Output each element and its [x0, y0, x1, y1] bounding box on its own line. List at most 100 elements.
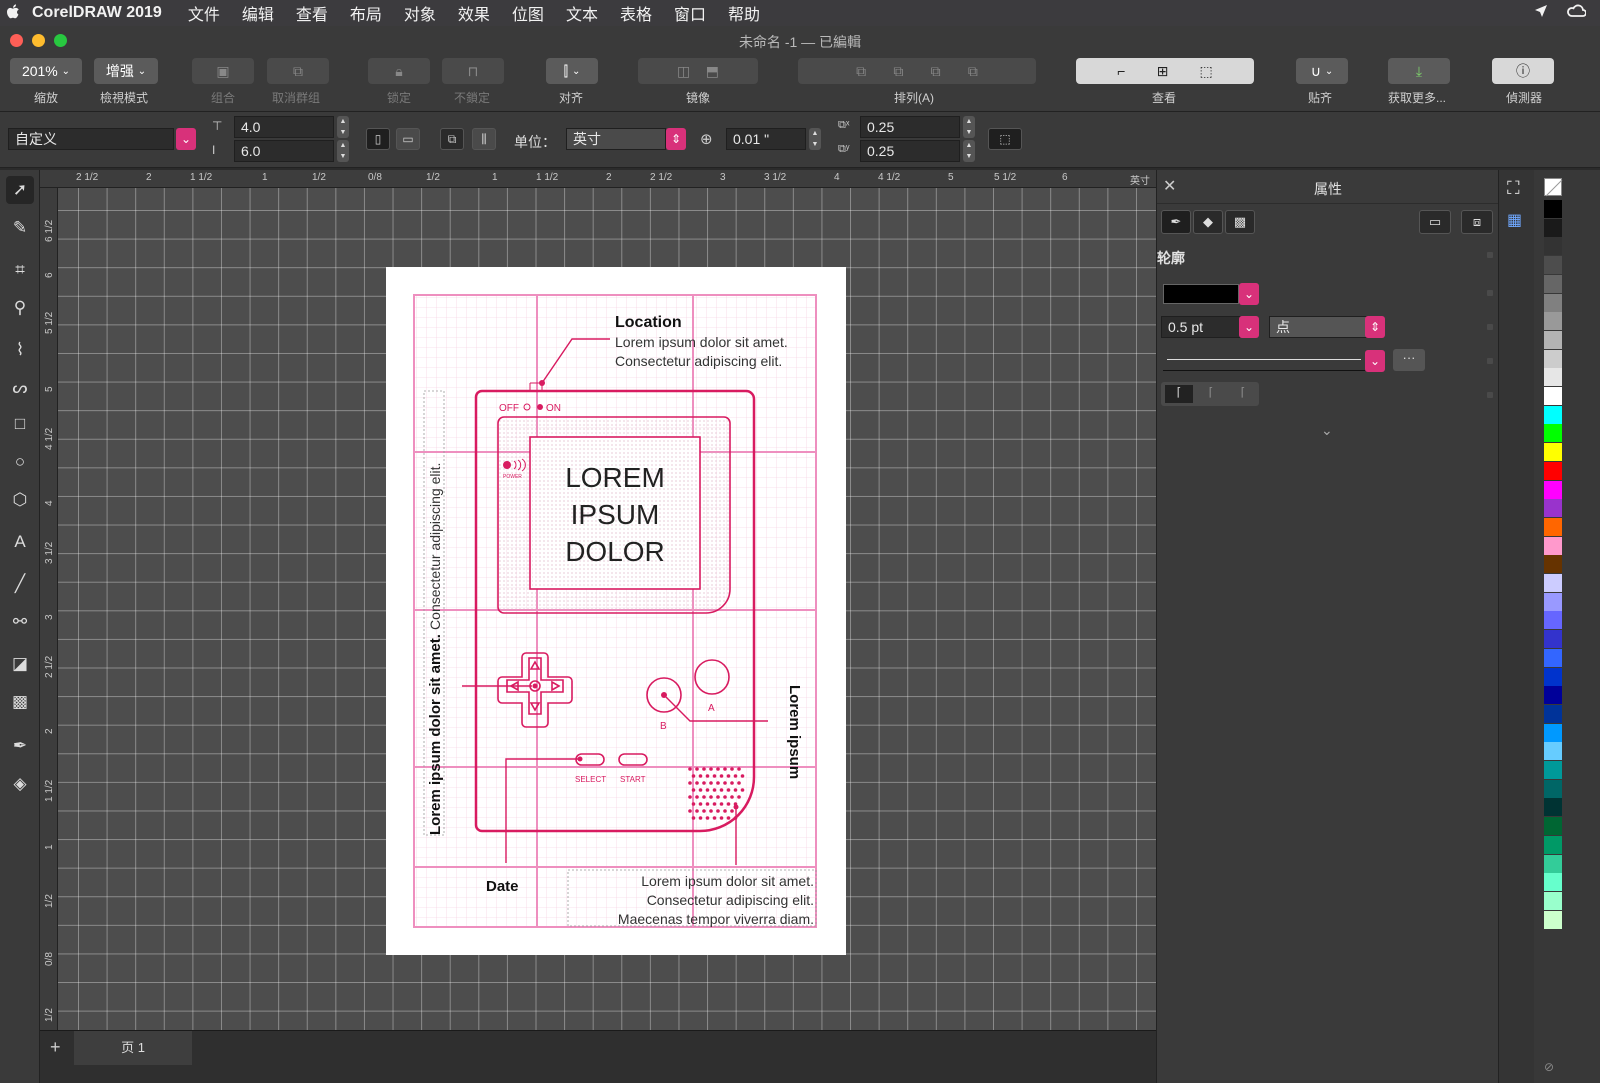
- color-swatch[interactable]: [1544, 704, 1562, 723]
- color-swatch[interactable]: [1544, 387, 1562, 405]
- color-swatch[interactable]: [1544, 443, 1562, 462]
- corner-miter-icon[interactable]: ⌈: [1165, 385, 1193, 403]
- shape-tool-icon[interactable]: ✎: [6, 214, 34, 242]
- menu-window[interactable]: 窗口: [674, 1, 706, 25]
- line-style-select[interactable]: [1163, 349, 1365, 371]
- app-name-menu[interactable]: CorelDRAW 2019: [32, 4, 162, 22]
- expand-chevron-icon[interactable]: ⌄: [1321, 422, 1333, 439]
- units-dropdown-arrow[interactable]: ⇕: [666, 128, 686, 150]
- page-size-select[interactable]: 自定义: [8, 128, 174, 150]
- color-swatch[interactable]: [1544, 630, 1562, 649]
- height-stepper[interactable]: ▲ ▼: [337, 140, 349, 162]
- color-swatch[interactable]: [1544, 854, 1562, 873]
- portrait-icon[interactable]: ▯: [366, 128, 390, 150]
- menu-view[interactable]: 查看: [296, 1, 328, 25]
- arrange-button-group[interactable]: ⧉ ⧉ ⧉ ⧉: [798, 58, 1036, 84]
- color-swatch[interactable]: [1544, 499, 1562, 518]
- color-swatch[interactable]: [1544, 742, 1562, 761]
- transparency-tool-icon[interactable]: ▩: [6, 688, 34, 716]
- color-swatch[interactable]: [1544, 574, 1562, 592]
- color-swatch[interactable]: [1544, 237, 1562, 256]
- transparency-tab-icon[interactable]: ▩: [1225, 210, 1255, 234]
- color-swatch[interactable]: [1544, 461, 1562, 480]
- mirror-button-group[interactable]: ◫ ⬒: [638, 58, 758, 84]
- page-width-input[interactable]: 4.0: [234, 116, 334, 138]
- polygon-tool-icon[interactable]: ⬡: [6, 486, 34, 514]
- color-swatch[interactable]: [1544, 798, 1562, 817]
- outline-color-dropdown-arrow[interactable]: ⌄: [1239, 283, 1259, 305]
- color-swatch[interactable]: [1544, 873, 1562, 892]
- corner-round-icon[interactable]: ⌈: [1197, 385, 1225, 403]
- color-swatch[interactable]: [1544, 891, 1562, 910]
- pick-tool-icon[interactable]: ➚: [6, 176, 34, 204]
- drawing-canvas[interactable]: POWER OFF ON Location Lorem ipsum dolor …: [58, 188, 1156, 1030]
- palette-settings-icon[interactable]: ⊘: [1544, 1060, 1554, 1074]
- nudge-distance-input[interactable]: 0.01 ": [726, 128, 806, 150]
- fill-tab-bucket-icon[interactable]: ◆: [1193, 210, 1223, 234]
- rectangle-tool-icon[interactable]: □: [6, 410, 34, 438]
- snap-dropdown[interactable]: ∪ ⌄: [1296, 58, 1348, 84]
- ellipse-tool-icon[interactable]: ○: [6, 448, 34, 476]
- page-size-dropdown-arrow[interactable]: ⌄: [176, 128, 196, 150]
- color-swatch[interactable]: [1544, 648, 1562, 667]
- color-swatch[interactable]: [1544, 349, 1562, 368]
- creative-cloud-icon[interactable]: [1566, 4, 1587, 21]
- color-swatch[interactable]: [1544, 293, 1562, 312]
- width-stepper[interactable]: ▲ ▼: [337, 116, 349, 138]
- zoom-dropdown[interactable]: 201% ⌄: [10, 58, 82, 84]
- all-pages-icon[interactable]: ⧉: [440, 128, 464, 150]
- no-color-swatch[interactable]: [1544, 178, 1563, 197]
- view-mode-dropdown[interactable]: 增强 ⌄: [94, 58, 158, 84]
- corner-bevel-icon[interactable]: ⌈: [1229, 385, 1257, 403]
- color-swatch[interactable]: [1544, 405, 1562, 424]
- outline-unit-dropdown-arrow[interactable]: ⇕: [1365, 316, 1385, 338]
- menu-table[interactable]: 表格: [620, 1, 652, 25]
- menu-object[interactable]: 对象: [404, 1, 436, 25]
- units-select[interactable]: 英寸: [566, 128, 666, 150]
- color-swatch[interactable]: [1544, 761, 1562, 779]
- panel-settings-icon[interactable]: ⧈: [1461, 210, 1493, 234]
- panel-frame-icon[interactable]: ▭: [1419, 210, 1451, 234]
- color-swatch[interactable]: [1544, 667, 1562, 686]
- outline-unit-select[interactable]: 点: [1269, 316, 1369, 338]
- apple-icon[interactable]: [6, 3, 26, 23]
- color-swatch[interactable]: [1544, 517, 1562, 536]
- color-swatch[interactable]: [1544, 611, 1562, 630]
- page-height-input[interactable]: 6.0: [234, 140, 334, 162]
- duplicate-y-stepper[interactable]: ▲ ▼: [963, 140, 975, 162]
- color-swatch[interactable]: [1544, 910, 1562, 929]
- color-swatch[interactable]: [1544, 218, 1562, 237]
- duplicate-y-input[interactable]: 0.25: [860, 140, 960, 162]
- landscape-icon[interactable]: ▭: [396, 128, 420, 150]
- outline-width-input[interactable]: 0.5 pt: [1161, 316, 1241, 338]
- unlock-button[interactable]: ⊓: [442, 58, 504, 84]
- color-swatch[interactable]: [1544, 368, 1562, 387]
- duplicate-x-stepper[interactable]: ▲ ▼: [963, 116, 975, 138]
- location-arrow-icon[interactable]: [1534, 4, 1548, 21]
- view-button-group[interactable]: ⌐ ⊞ ⬚: [1076, 58, 1254, 84]
- vertical-ruler[interactable]: 6 1/2 6 5 1/2 5 4 1/2 4 3 1/2 3 2 1/2 2 …: [40, 188, 58, 1030]
- ungroup-button[interactable]: ⧉: [267, 58, 329, 84]
- outline-width-dropdown-arrow[interactable]: ⌄: [1239, 316, 1259, 338]
- color-swatch[interactable]: [1544, 779, 1562, 798]
- inspector-button[interactable]: ⓘ: [1492, 58, 1554, 84]
- color-swatch[interactable]: [1544, 817, 1562, 836]
- color-swatch[interactable]: [1544, 592, 1562, 611]
- duplicate-x-input[interactable]: 0.25: [860, 116, 960, 138]
- more-options-button[interactable]: ···: [1393, 349, 1425, 371]
- gameboy-artwork[interactable]: POWER OFF ON Location Lorem ipsum dolor …: [386, 267, 846, 955]
- freehand-tool-icon[interactable]: ⌇: [6, 336, 34, 364]
- properties-docker-icon[interactable]: ⛶: [1507, 178, 1520, 199]
- line-style-dropdown-arrow[interactable]: ⌄: [1365, 350, 1385, 372]
- zoom-tool-icon[interactable]: ⚲: [6, 294, 34, 322]
- text-tool-icon[interactable]: A: [6, 528, 34, 556]
- color-swatch[interactable]: [1544, 555, 1562, 574]
- color-swatch[interactable]: [1544, 835, 1562, 854]
- nudge-stepper[interactable]: ▲ ▼: [809, 128, 821, 150]
- color-swatch[interactable]: [1544, 330, 1562, 349]
- connector-tool-icon[interactable]: ⚯: [6, 608, 34, 636]
- line-tool-icon[interactable]: ╱: [6, 570, 34, 598]
- get-more-button[interactable]: ⤓: [1388, 58, 1450, 84]
- align-dropdown[interactable]: ⫿ ⌄: [546, 58, 598, 84]
- color-swatch[interactable]: [1544, 200, 1562, 218]
